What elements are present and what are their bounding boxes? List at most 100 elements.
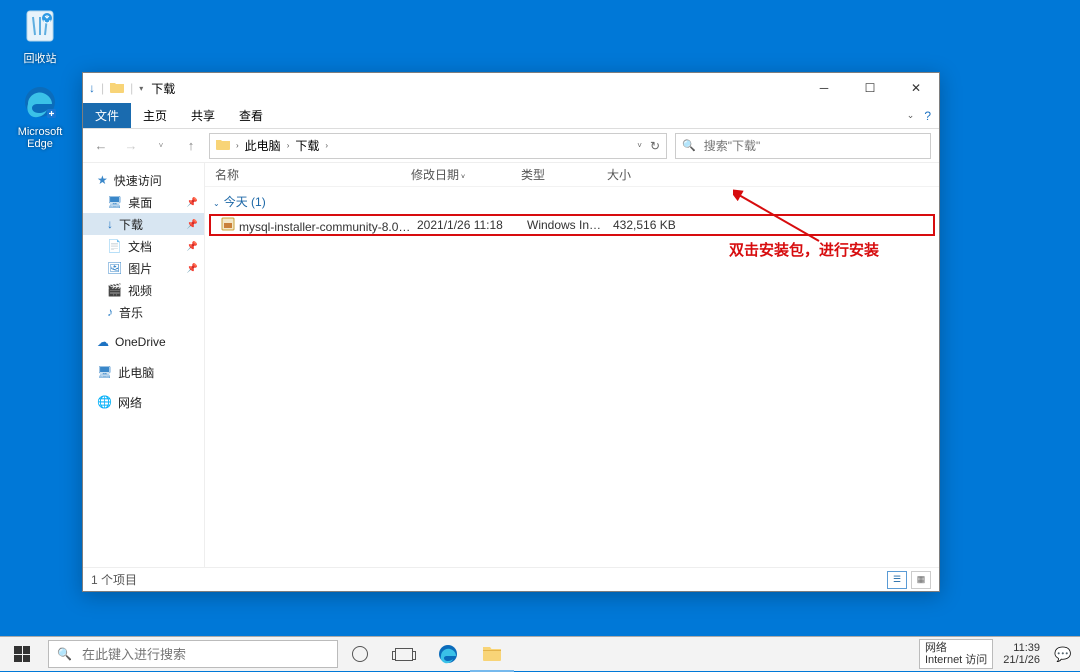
status-item-count: 1 个项目 — [91, 571, 137, 588]
pc-icon: 🖥 — [97, 365, 112, 379]
quick-access-toolbar[interactable]: ↓ | | ▾ — [89, 81, 143, 96]
maximize-button[interactable]: ☐ — [847, 73, 893, 103]
nav-downloads[interactable]: ↓下载 — [83, 213, 204, 235]
sort-desc-icon: ˅ — [461, 174, 465, 181]
address-dropdown-icon[interactable]: ˅ — [637, 141, 642, 150]
start-button[interactable] — [0, 637, 44, 672]
nav-desktop[interactable]: 🖥桌面 — [83, 191, 204, 213]
file-name-label: mysql-installer-community-8.0.23.0 — [239, 220, 411, 234]
address-row: ← → ˅ ↑ › 此电脑 › 下载 › ˅ ↻ 🔍 — [83, 129, 939, 163]
nav-videos[interactable]: 🎬视频 — [83, 279, 204, 301]
download-icon: ↓ — [107, 217, 113, 231]
file-row-mysql-installer[interactable]: mysql-installer-community-8.0.23.0 2021/… — [209, 214, 935, 236]
taskbar-taskview-button[interactable] — [382, 637, 426, 672]
desktop-icon-label: 回收站 — [8, 50, 72, 66]
network-status-box[interactable]: 网络 Internet 访问 — [919, 639, 993, 669]
nav-this-pc[interactable]: 🖥此电脑 — [83, 361, 204, 383]
file-size-label: 432,516 KB — [607, 218, 687, 232]
edge-icon — [437, 643, 459, 665]
breadcrumb-pc[interactable]: 此电脑 — [245, 137, 281, 154]
videos-icon: 🎬 — [107, 283, 122, 297]
ribbon-tabs: 文件 主页 共享 查看 ⌄ ? — [83, 103, 939, 129]
onedrive-icon: ☁ — [97, 335, 109, 349]
nav-music[interactable]: ♪音乐 — [83, 301, 204, 323]
taskview-icon — [395, 648, 413, 661]
qat-sep-icon: | — [101, 81, 104, 95]
taskbar-search-box[interactable]: 🔍 — [48, 640, 338, 668]
file-list-pane: 名称 修改日期˅ 类型 大小 ⌄今天 (1) mysql-installer-c… — [205, 163, 939, 567]
nav-history-button[interactable]: ˅ — [151, 141, 171, 150]
chevron-right-icon[interactable]: › — [236, 141, 239, 150]
chevron-right-icon[interactable]: › — [325, 141, 328, 150]
taskbar: 🔍 网络 Internet 访问 11:39 21/1/26 💬 — [0, 636, 1080, 671]
ribbon-tab-view[interactable]: 查看 — [227, 103, 275, 128]
ribbon-expand-icon[interactable]: ⌄ — [907, 110, 915, 121]
windows-logo-icon — [14, 646, 30, 662]
recycle-bin-icon — [20, 6, 60, 46]
nav-network[interactable]: 🌐网络 — [83, 391, 204, 413]
group-header-today[interactable]: ⌄今天 (1) — [205, 187, 939, 214]
clock[interactable]: 11:39 21/1/26 — [997, 642, 1046, 666]
search-input[interactable] — [702, 138, 924, 154]
folder-icon — [216, 138, 230, 153]
address-bar[interactable]: › 此电脑 › 下载 › ˅ ↻ — [209, 133, 667, 159]
nav-documents[interactable]: 📄文档 — [83, 235, 204, 257]
desktop-icon: 🖥 — [107, 195, 122, 209]
status-bar: 1 个项目 ☰ ▦ — [83, 567, 939, 591]
column-type[interactable]: 类型 — [515, 166, 601, 183]
chevron-down-icon: ⌄ — [213, 199, 220, 208]
title-bar[interactable]: ↓ | | ▾ 下载 ─ ☐ ✕ — [83, 73, 939, 103]
desktop-icon-edge[interactable]: MicrosoftEdge — [8, 82, 72, 150]
nav-pictures[interactable]: 🖼图片 — [83, 257, 204, 279]
column-size[interactable]: 大小 — [601, 166, 681, 183]
minimize-button[interactable]: ─ — [801, 73, 847, 103]
pictures-icon: 🖼 — [107, 261, 122, 275]
annotation-text: 双击安装包，进行安装 — [729, 239, 879, 260]
view-details-button[interactable]: ☰ — [887, 571, 907, 589]
navigation-pane[interactable]: ★快速访问 🖥桌面 ↓下载 📄文档 🖼图片 🎬视频 ♪音乐 ☁OneDrive … — [83, 163, 205, 567]
nav-quick-access[interactable]: ★快速访问 — [83, 169, 204, 191]
nav-onedrive[interactable]: ☁OneDrive — [83, 331, 204, 353]
file-date-label: 2021/1/26 11:18 — [411, 218, 521, 232]
folder-icon — [482, 644, 502, 662]
refresh-button[interactable]: ↻ — [650, 139, 660, 153]
view-large-icons-button[interactable]: ▦ — [911, 571, 931, 589]
column-name[interactable]: 名称 — [209, 166, 405, 183]
ribbon-tab-home[interactable]: 主页 — [131, 103, 179, 128]
circle-icon — [352, 646, 368, 662]
taskbar-cortana-button[interactable] — [338, 637, 382, 672]
qat-customize-icon[interactable]: ▾ — [139, 84, 143, 93]
msi-file-icon — [221, 217, 235, 231]
taskbar-search-input[interactable] — [80, 646, 329, 663]
qat-sep-icon: | — [130, 81, 133, 95]
nav-up-button[interactable]: ↑ — [181, 138, 201, 153]
close-button[interactable]: ✕ — [893, 73, 939, 103]
down-arrow-icon[interactable]: ↓ — [89, 81, 95, 95]
edge-icon — [20, 82, 60, 122]
breadcrumb-folder[interactable]: 下载 — [295, 137, 319, 154]
desktop-icon-label: MicrosoftEdge — [8, 126, 72, 150]
nav-forward-button[interactable]: → — [121, 138, 141, 153]
ribbon-tab-share[interactable]: 共享 — [179, 103, 227, 128]
music-icon: ♪ — [107, 305, 113, 319]
window-title: 下载 — [151, 80, 175, 97]
search-icon: 🔍 — [57, 647, 72, 661]
star-icon: ★ — [97, 173, 108, 187]
help-icon[interactable]: ? — [924, 109, 931, 123]
taskbar-explorer-button[interactable] — [470, 637, 514, 672]
chevron-right-icon[interactable]: › — [287, 141, 290, 150]
search-icon: 🔍 — [682, 139, 696, 152]
desktop-icon-recycle-bin[interactable]: 回收站 — [8, 6, 72, 66]
taskbar-edge-button[interactable] — [426, 637, 470, 672]
document-icon: 📄 — [107, 239, 122, 253]
system-tray[interactable]: 网络 Internet 访问 11:39 21/1/26 💬 — [919, 637, 1080, 671]
column-date[interactable]: 修改日期˅ — [405, 166, 515, 183]
column-headers[interactable]: 名称 修改日期˅ 类型 大小 — [205, 163, 939, 187]
network-icon: 🌐 — [97, 395, 112, 409]
nav-back-button[interactable]: ← — [91, 138, 111, 153]
ribbon-tab-file[interactable]: 文件 — [83, 103, 131, 128]
notifications-button[interactable]: 💬 — [1046, 646, 1080, 663]
folder-icon[interactable] — [110, 81, 124, 96]
search-box[interactable]: 🔍 — [675, 133, 931, 159]
file-type-label: Windows Install... — [521, 218, 607, 232]
